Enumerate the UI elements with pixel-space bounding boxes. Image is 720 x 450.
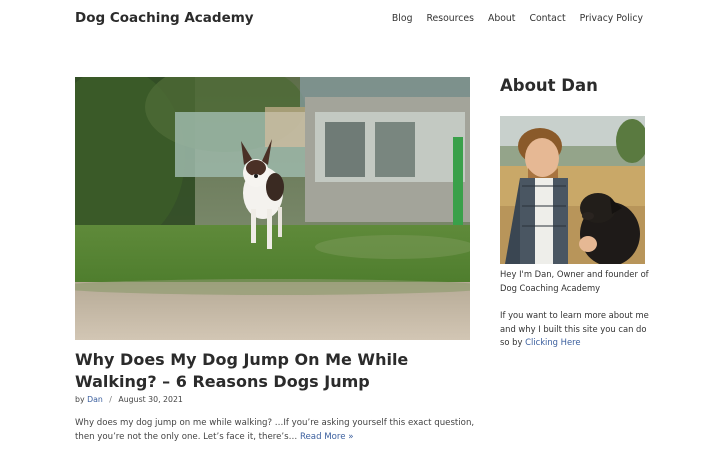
excerpt-text: Why does my dog jump on me while walking…: [75, 418, 475, 442]
read-more-link[interactable]: Read More »: [300, 432, 354, 442]
meta-by: by: [75, 395, 85, 404]
sidebar-title: About Dan: [500, 76, 598, 95]
post-date: August 30, 2021: [118, 395, 183, 404]
nav-contact[interactable]: Contact: [529, 13, 565, 24]
nav-about[interactable]: About: [488, 13, 516, 24]
learn-more-text: If you want to learn more about me and w…: [500, 309, 650, 350]
clicking-here-link[interactable]: Clicking Here: [525, 337, 580, 347]
post-excerpt: Why does my dog jump on me while walking…: [75, 417, 475, 444]
meta-separator: /: [109, 395, 112, 404]
about-text: Hey I'm Dan, Owner and founder of Dog Co…: [500, 269, 649, 293]
post-title[interactable]: Why Does My Dog Jump On Me While Walking…: [75, 349, 480, 393]
nav-privacy-policy[interactable]: Privacy Policy: [580, 13, 643, 24]
site-header: Dog Coaching Academy Blog Resources Abou…: [0, 0, 720, 38]
author-photo: [500, 116, 645, 264]
nav-blog[interactable]: Blog: [392, 13, 413, 24]
main-nav: Blog Resources About Contact Privacy Pol…: [392, 13, 643, 24]
site-title[interactable]: Dog Coaching Academy: [75, 10, 254, 26]
author-link[interactable]: Dan: [87, 395, 103, 404]
nav-resources[interactable]: Resources: [426, 13, 473, 24]
post-meta: by Dan / August 30, 2021: [75, 395, 183, 404]
post-featured-image[interactable]: [75, 77, 470, 340]
